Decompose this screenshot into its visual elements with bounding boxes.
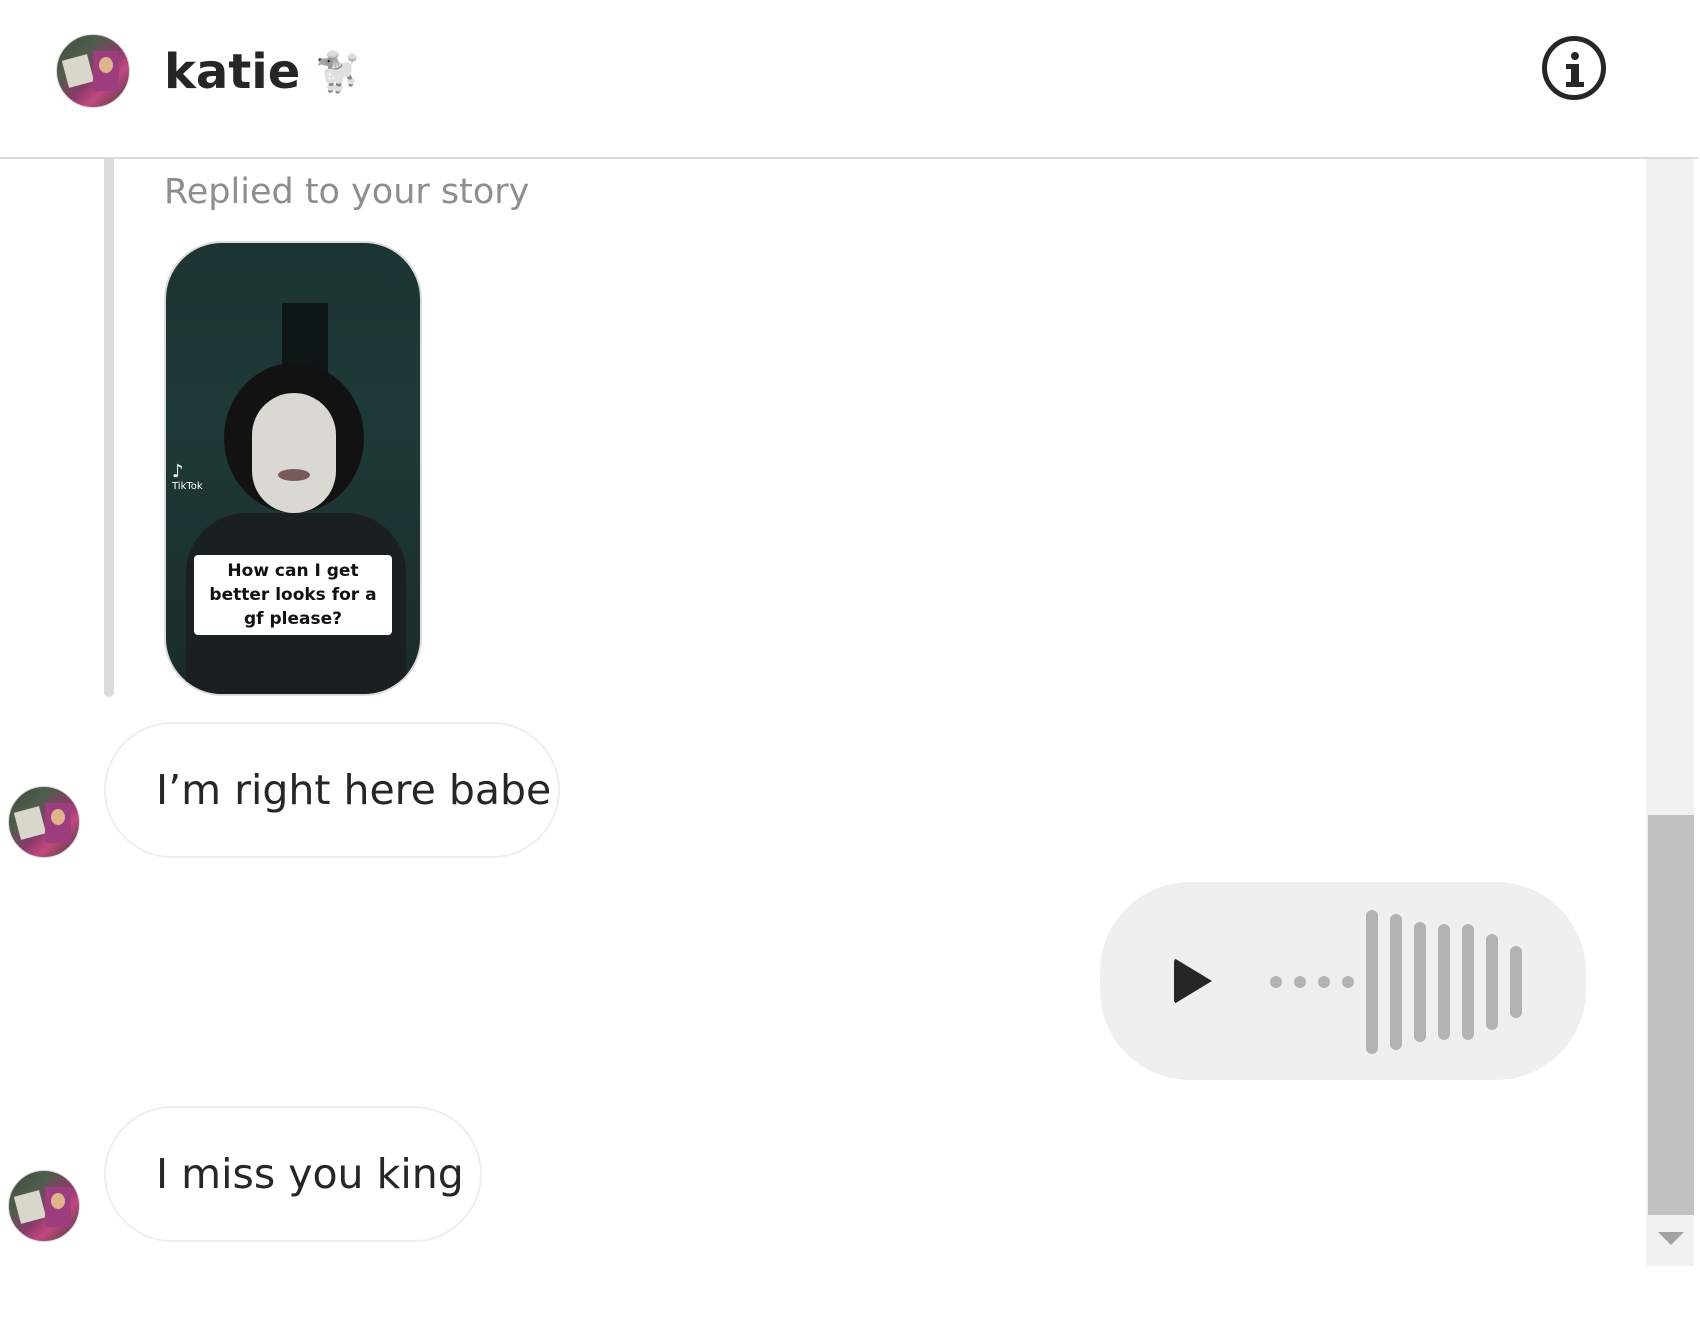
waveform-bar bbox=[1462, 924, 1474, 1040]
waveform-bar bbox=[1438, 924, 1450, 1040]
waveform-bar bbox=[1366, 910, 1378, 1054]
waveform-dot bbox=[1294, 976, 1306, 988]
message-text: I miss you king bbox=[156, 1150, 464, 1198]
tiktok-watermark: ♪ TikTok bbox=[172, 463, 203, 493]
story-thumbnail[interactable]: ♪ TikTok How can I get better looks for … bbox=[164, 241, 422, 696]
message-bubble-incoming[interactable]: I’m right here babe bbox=[104, 722, 560, 858]
contact-avatar[interactable] bbox=[56, 34, 130, 108]
play-icon[interactable] bbox=[1174, 958, 1212, 1004]
contact-name: katie bbox=[164, 44, 301, 100]
waveform-dot bbox=[1318, 976, 1330, 988]
sender-avatar[interactable] bbox=[8, 786, 80, 858]
reply-indicator-bar bbox=[104, 159, 114, 697]
info-icon[interactable] bbox=[1542, 36, 1606, 100]
contact-name-link[interactable]: katie 🐩 bbox=[164, 40, 362, 104]
scrollbar-thumb[interactable] bbox=[1648, 815, 1694, 1215]
story-reply-label: Replied to your story bbox=[164, 172, 530, 212]
contact-name-emoji: 🐩 bbox=[314, 50, 362, 94]
voice-message-bubble[interactable] bbox=[1100, 882, 1586, 1080]
message-bubble-incoming[interactable]: I miss you king bbox=[104, 1106, 482, 1242]
waveform-dot bbox=[1342, 976, 1354, 988]
tiktok-logo-icon: ♪ bbox=[172, 461, 184, 482]
tiktok-watermark-label: TikTok bbox=[172, 481, 203, 492]
waveform-bar bbox=[1414, 922, 1426, 1042]
chat-header: katie 🐩 bbox=[0, 0, 1698, 159]
waveform-bar bbox=[1390, 914, 1402, 1050]
waveform-bar bbox=[1510, 946, 1522, 1018]
message-text: I’m right here babe bbox=[156, 766, 552, 814]
story-caption: How can I get better looks for a gf plea… bbox=[194, 555, 392, 635]
waveform-bar bbox=[1486, 934, 1498, 1030]
scroll-down-arrow-icon[interactable] bbox=[1658, 1232, 1684, 1245]
waveform-dot bbox=[1270, 976, 1282, 988]
sender-avatar[interactable] bbox=[8, 1170, 80, 1242]
